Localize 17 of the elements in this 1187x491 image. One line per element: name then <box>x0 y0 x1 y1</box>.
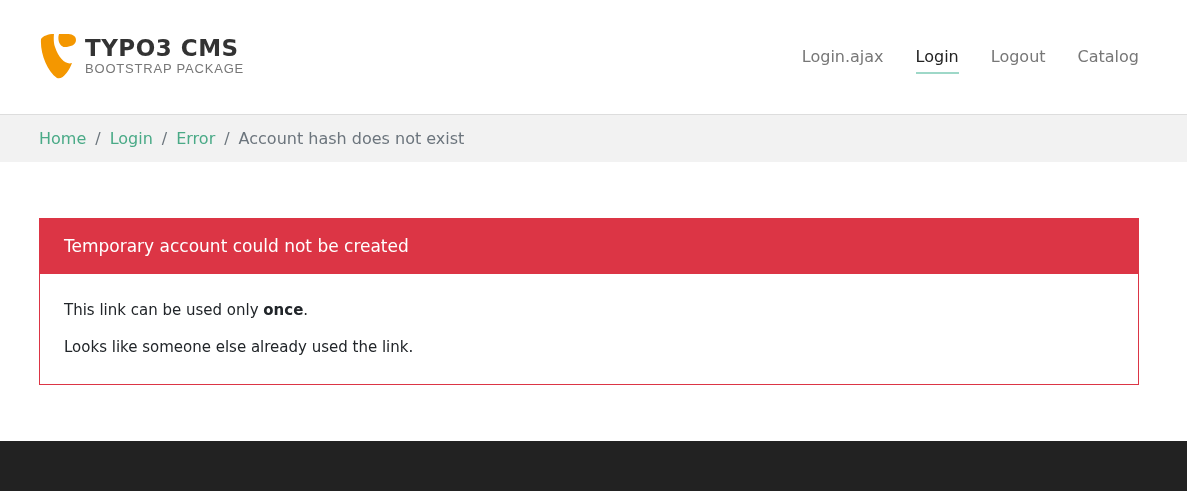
message-text: This link can be used only once. <box>64 300 310 320</box>
breadcrumb-separator: / <box>224 129 230 148</box>
logo-title: TYPO3 CMS <box>85 35 240 61</box>
breadcrumb-current: Account hash does not exist <box>238 129 465 148</box>
breadcrumb-link[interactable]: Home <box>39 129 87 148</box>
logo-icon <box>39 33 77 79</box>
breadcrumb-separator: / <box>95 129 101 148</box>
message-text: Looks like someone else already used the link. <box>64 337 415 357</box>
nav-link[interactable]: Login.ajax <box>801 40 884 74</box>
nav-link[interactable]: Logout <box>990 40 1046 74</box>
breadcrumb-link[interactable]: Error <box>176 129 216 148</box>
alert-title: Temporary account could not be created <box>40 219 1138 274</box>
breadcrumb-link[interactable]: Login <box>109 129 153 148</box>
breadcrumb-separator: / <box>161 129 168 148</box>
nav-link[interactable]: Catalog <box>1077 40 1139 74</box>
logo-subtitle: BOOTSTRAP PACKAGE <box>85 61 245 77</box>
nav-link[interactable]: Login <box>915 40 959 74</box>
